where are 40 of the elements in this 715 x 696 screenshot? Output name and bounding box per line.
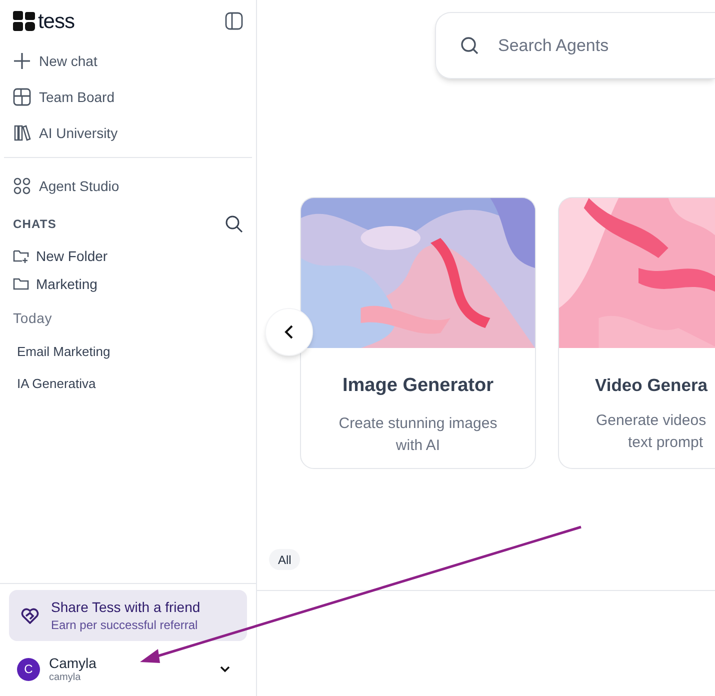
referral-card[interactable]: Share Tess with a friend Earn per successful referral [9, 590, 247, 641]
search-icon [460, 36, 480, 56]
search-bar[interactable]: Search Agents [435, 12, 715, 79]
avatar: C [17, 658, 40, 680]
nav-item[interactable]: Agent Studio [0, 166, 256, 206]
folder-item[interactable]: New Folder [0, 242, 256, 270]
card-title: Video Genera [595, 374, 708, 397]
user-email: camyla [49, 672, 82, 684]
logo-text: tess [38, 10, 74, 32]
folder-plus-icon [13, 248, 29, 264]
referral-title: Share Tess with a friend [51, 598, 200, 616]
card-description: Create stunning images with AI [338, 414, 498, 456]
nav-item[interactable]: Team Board [13, 79, 243, 115]
logo-icon [13, 11, 35, 31]
layout-icon [13, 88, 31, 106]
heart-icon [21, 608, 39, 624]
chat-item[interactable]: Email Marketing [0, 340, 256, 364]
nav-item[interactable]: New chat [13, 43, 243, 79]
agent-card[interactable]: Video Genera Generate videos text prompt [558, 197, 715, 469]
grid-icon [13, 177, 31, 195]
nav-item[interactable]: AI University [13, 115, 243, 151]
section-heading: Today [12, 309, 54, 328]
search-field[interactable]: Search Agents [498, 32, 698, 58]
card-description: Generate videos [596, 411, 708, 432]
books-icon [13, 124, 31, 142]
agent-card[interactable]: Image Generator Create stunning images with AI [300, 197, 536, 469]
sidebar-toggle-icon[interactable] [225, 12, 243, 30]
folder-item[interactable]: Marketing [0, 270, 256, 298]
folder-icon [13, 276, 29, 292]
card-description: text prompt [628, 433, 704, 454]
plus-icon [13, 52, 31, 70]
filter-chip[interactable]: All [269, 549, 300, 570]
chat-item[interactable]: IA Generativa [0, 372, 256, 396]
referral-subtitle: Earn per successful referral [51, 616, 199, 634]
chevron-down-icon [219, 665, 231, 673]
section-heading: CHATS [13, 216, 56, 233]
card-title: Image Generator [342, 374, 494, 398]
user-name: Camyla [49, 654, 96, 672]
chevron-left-icon [284, 325, 294, 339]
search-icon[interactable] [225, 215, 243, 233]
